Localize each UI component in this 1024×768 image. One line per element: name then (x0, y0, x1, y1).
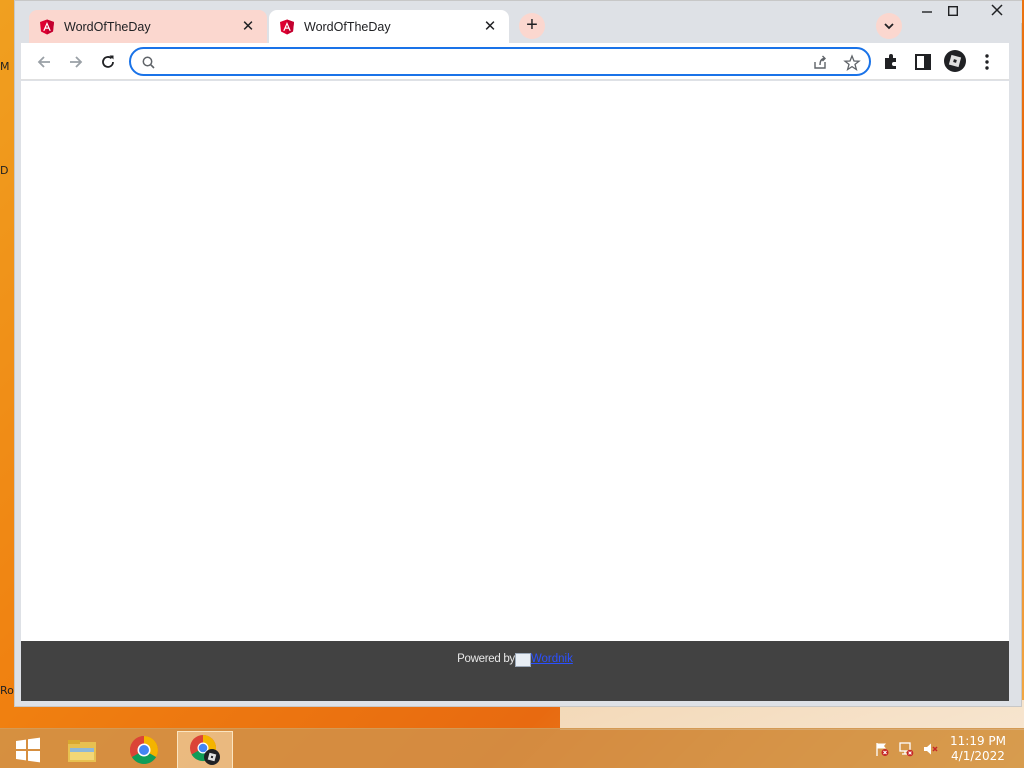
reload-button[interactable] (95, 49, 121, 75)
chevron-down-icon (884, 23, 894, 30)
address-input[interactable] (161, 52, 761, 72)
desktop-icon-label[interactable]: D (0, 164, 8, 177)
back-button[interactable] (31, 49, 57, 75)
bookmark-star-icon[interactable] (843, 54, 861, 72)
desktop-icon-label[interactable]: Ro (0, 684, 14, 697)
minimize-icon (922, 11, 932, 13)
file-explorer-button[interactable] (54, 731, 110, 768)
share-icon[interactable] (811, 54, 829, 72)
side-panel-icon[interactable] (913, 52, 933, 72)
page-content (21, 81, 1009, 641)
angular-icon (280, 19, 294, 34)
windows-start-icon (16, 737, 40, 763)
tab-active[interactable]: WordOfTheDay ✕ (269, 10, 509, 43)
chrome-roblox-icon (190, 734, 220, 765)
search-icon (142, 56, 155, 69)
close-icon (991, 4, 1003, 16)
desktop-icon-label[interactable]: M (0, 60, 10, 73)
clock-date: 4/1/2022 (951, 749, 1005, 763)
tab-strip: WordOfTheDay ✕ WordOfTheDay ✕ + (15, 1, 1022, 43)
close-tab-icon[interactable]: ✕ (481, 18, 499, 36)
new-tab-button[interactable]: + (519, 13, 545, 39)
maximize-button[interactable] (936, 1, 970, 23)
forward-button[interactable] (63, 49, 89, 75)
address-bar[interactable] (129, 47, 871, 76)
broken-image-icon (514, 653, 531, 667)
file-explorer-icon (68, 740, 96, 762)
browser-toolbar (21, 43, 1009, 80)
tab-search-button[interactable] (876, 13, 902, 39)
extensions-puzzle-icon[interactable] (881, 52, 901, 72)
action-center-flag-icon[interactable] (874, 741, 890, 757)
start-button[interactable] (0, 731, 56, 768)
chrome-icon (130, 736, 158, 764)
chrome-roblox-taskbar-button[interactable] (177, 731, 233, 768)
browser-window: WordOfTheDay ✕ WordOfTheDay ✕ + Powered … (14, 0, 1022, 707)
page-footer: Powered by Wordnik (21, 641, 1009, 701)
close-tab-icon[interactable]: ✕ (239, 18, 257, 36)
system-clock[interactable]: 11:19 PM 4/1/2022 (950, 734, 1006, 764)
wordnik-link[interactable]: Wordnik (531, 653, 573, 701)
tab-title: WordOfTheDay (304, 19, 391, 34)
volume-muted-icon[interactable] (922, 741, 938, 757)
arrow-left-icon (37, 56, 50, 68)
profile-avatar[interactable] (943, 49, 967, 73)
more-menu-icon[interactable] (977, 52, 997, 72)
arrow-right-icon (70, 56, 83, 68)
reload-icon (102, 55, 114, 68)
clock-time: 11:19 PM (950, 734, 1006, 748)
angular-icon (40, 19, 54, 34)
taskbar: 11:19 PM 4/1/2022 (0, 728, 1024, 768)
tab-inactive[interactable]: WordOfTheDay ✕ (29, 10, 267, 43)
chrome-taskbar-button[interactable] (116, 731, 172, 768)
powered-by-text: Powered by (457, 653, 515, 665)
network-icon[interactable] (898, 741, 914, 757)
tab-title: WordOfTheDay (64, 19, 151, 34)
close-window-button[interactable] (972, 1, 1022, 23)
maximize-icon (947, 5, 959, 17)
